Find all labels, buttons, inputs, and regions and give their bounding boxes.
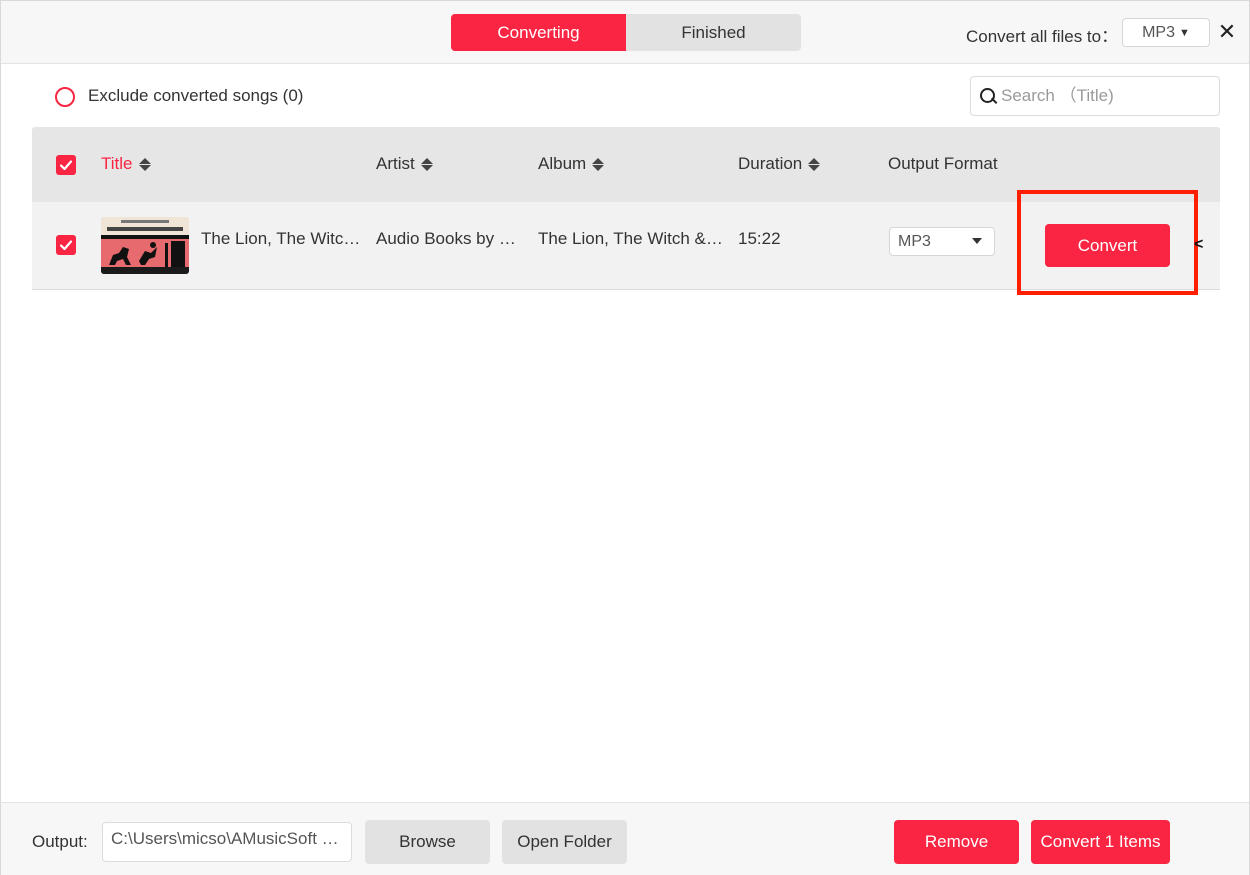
column-header-output-format: Output Format	[888, 154, 998, 174]
search-box[interactable]	[970, 76, 1220, 116]
select-all-checkbox[interactable]	[56, 155, 76, 175]
column-album-label: Album	[538, 154, 587, 173]
convert-all-format-select[interactable]: MP3 ▼	[1122, 18, 1210, 47]
column-header-duration[interactable]: Duration	[738, 154, 821, 174]
sort-icon	[592, 157, 605, 171]
column-header-artist[interactable]: Artist	[376, 154, 433, 174]
column-header-album[interactable]: Album	[538, 154, 605, 174]
column-artist-label: Artist	[376, 154, 415, 173]
row-duration: 15:22	[738, 229, 781, 248]
row-album: The Lion, The Witch &…	[538, 229, 723, 248]
exclude-converted-label: Exclude converted songs (0)	[88, 86, 304, 105]
row-checkbox[interactable]	[56, 235, 76, 255]
tab-group: Converting Finished	[451, 14, 801, 51]
exclude-converted-radio[interactable]	[55, 87, 75, 107]
row-format-value: MP3	[898, 232, 931, 250]
converter-window: Converting Finished Convert all files to…	[0, 0, 1250, 875]
convert-all-format-value: MP3	[1142, 23, 1175, 41]
convert-all-label: Convert all files to：	[966, 27, 1119, 46]
column-output-format-label: Output Format	[888, 154, 998, 173]
sort-icon	[138, 157, 151, 171]
checkmark-icon	[59, 240, 73, 251]
search-icon	[979, 87, 997, 105]
column-duration-label: Duration	[738, 154, 803, 173]
checkmark-icon	[59, 160, 73, 171]
top-bar: Converting Finished Convert all files to…	[1, 1, 1249, 64]
table-row: The Lion, The Witc… Audio Books by … The…	[32, 190, 1220, 295]
sort-icon	[808, 157, 821, 171]
column-header-title[interactable]: Title	[101, 154, 151, 174]
output-label: Output:	[32, 832, 88, 851]
tab-finished[interactable]: Finished	[626, 14, 801, 51]
row-format-select[interactable]: MP3	[889, 227, 995, 256]
sort-icon	[420, 157, 433, 171]
album-art-thumbnail	[101, 217, 189, 274]
tab-converting[interactable]: Converting	[451, 14, 626, 51]
open-folder-button[interactable]: Open Folder	[502, 820, 627, 864]
convert-items-button[interactable]: Convert 1 Items	[1031, 820, 1170, 864]
footer-bar: Output: C:\Users\micso\AMusicSoft … Brow…	[1, 802, 1249, 875]
remove-button[interactable]: Remove	[894, 820, 1019, 864]
caret-down-icon: ▼	[1179, 26, 1190, 39]
chevron-left-icon[interactable]: <	[1194, 236, 1203, 254]
caret-down-icon	[972, 238, 982, 244]
row-title: The Lion, The Witc…	[201, 229, 361, 248]
output-path-field[interactable]: C:\Users\micso\AMusicSoft …	[102, 822, 352, 862]
row-artist: Audio Books by …	[376, 229, 516, 248]
browse-button[interactable]: Browse	[365, 820, 490, 864]
search-input[interactable]	[1001, 86, 1211, 106]
close-icon[interactable]: ✕	[1216, 19, 1238, 44]
column-title-label: Title	[101, 154, 133, 173]
row-convert-button[interactable]: Convert	[1045, 224, 1170, 267]
